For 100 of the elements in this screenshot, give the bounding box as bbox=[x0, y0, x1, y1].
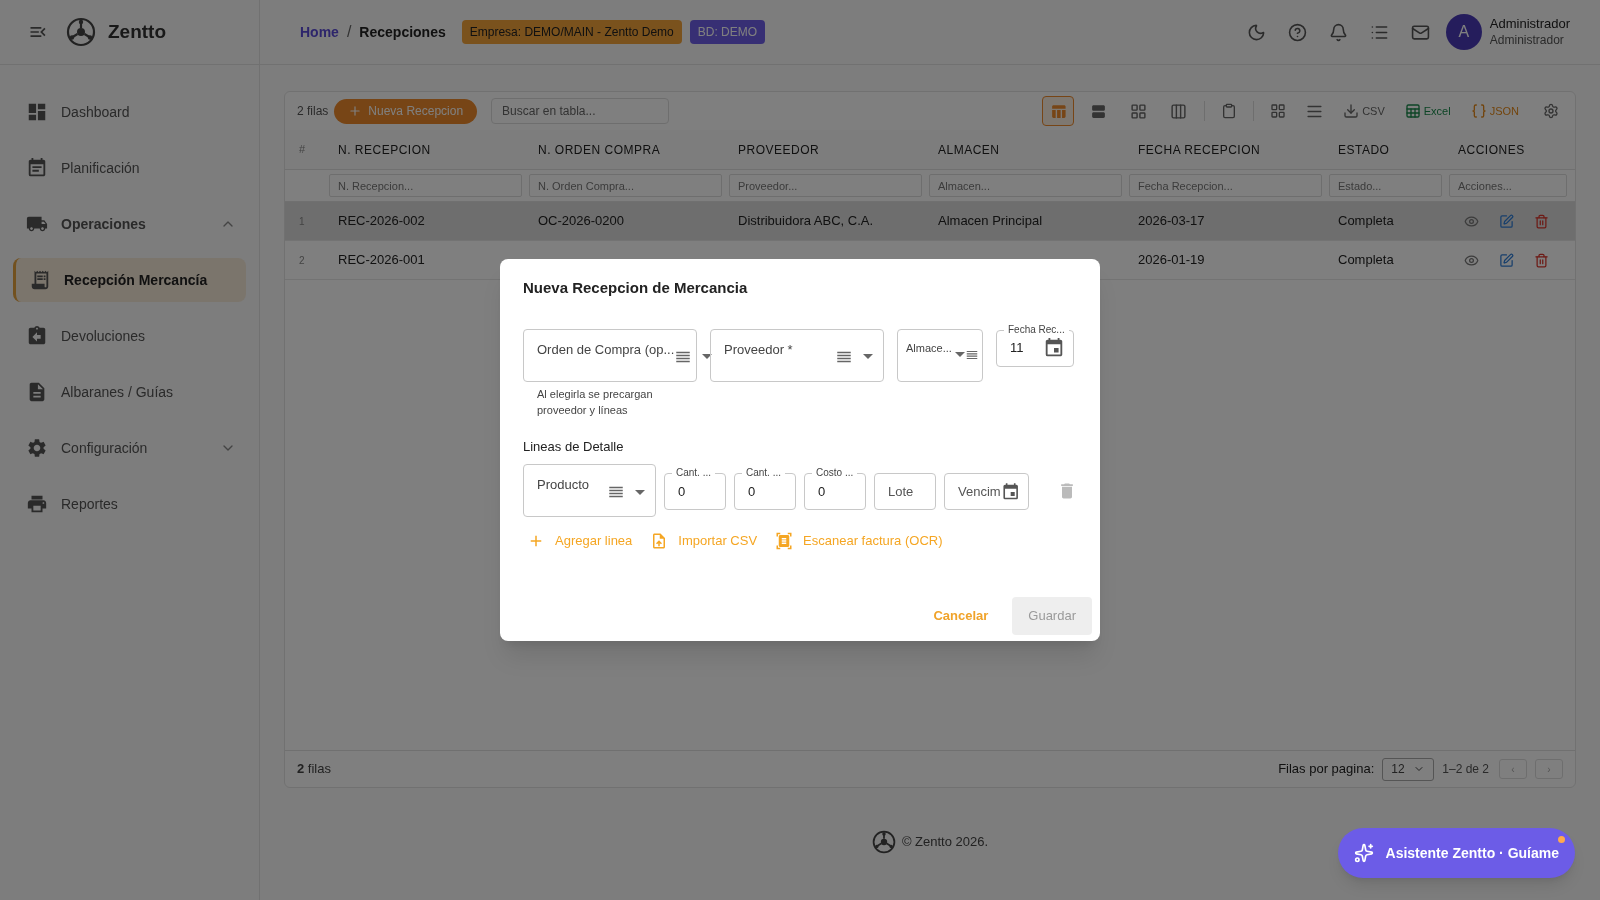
table-cell-text: Almacen Principal bbox=[937, 212, 1044, 231]
filter-field[interactable]: Almacen... bbox=[929, 174, 1122, 197]
export-button[interactable]: CSV bbox=[1343, 102, 1385, 120]
sparkles-icon bbox=[1353, 843, 1374, 863]
prev-page-button[interactable]: ‹ bbox=[1499, 759, 1527, 779]
table-cell-text: Distribuidora ABC, C.A. bbox=[737, 212, 875, 231]
help-icon[interactable] bbox=[1287, 22, 1307, 42]
column-header[interactable]: PROVEEDOR bbox=[730, 140, 930, 159]
search-field[interactable]: Buscar en tabla... bbox=[491, 98, 670, 124]
sidebar-item[interactable]: Operaciones bbox=[13, 202, 246, 246]
rows-per-page-label: Filas por pagina: bbox=[1278, 760, 1375, 779]
clipboard-arrow-icon bbox=[26, 325, 48, 347]
helper-text: Al elegirla se precargan proveedor y líneas bbox=[536, 386, 654, 418]
user-role: Administrador bbox=[1489, 32, 1565, 49]
table-icon bbox=[1049, 102, 1067, 120]
cancel-button[interactable]: Cancelar bbox=[925, 597, 997, 635]
scanner-icon bbox=[775, 531, 794, 550]
sidebar-item[interactable]: Dashboard bbox=[13, 90, 246, 134]
row-count: 2 filas bbox=[297, 103, 329, 120]
column-header[interactable]: ESTADO bbox=[1330, 140, 1450, 159]
filter-field[interactable]: Estado... bbox=[1329, 174, 1442, 197]
columns-icon bbox=[1169, 102, 1187, 120]
logo-icon bbox=[66, 17, 96, 47]
settings-icon[interactable] bbox=[1543, 103, 1559, 119]
edit-icon[interactable] bbox=[1499, 252, 1514, 268]
copyright: © Zentto 2026. bbox=[901, 833, 989, 852]
sidebar-item[interactable]: Reportes bbox=[13, 482, 246, 526]
select-field[interactable]: Proveedor * bbox=[710, 328, 884, 382]
sidebar-item[interactable]: Configuración bbox=[13, 426, 246, 470]
caret-icon bbox=[863, 354, 873, 359]
breadcrumb-current: Recepciones bbox=[359, 22, 446, 42]
column-header: # bbox=[298, 142, 307, 158]
dialog-title: Nueva Recepcion de Mercancia bbox=[523, 278, 749, 298]
filter-field[interactable]: Fecha Recepcion... bbox=[1129, 174, 1322, 197]
spreadsheet-icon bbox=[1404, 103, 1421, 120]
sidebar-item[interactable]: Planificación bbox=[13, 146, 246, 190]
filter-field[interactable]: Acciones... bbox=[1449, 174, 1567, 197]
badge: Empresa: DEMO/MAIN - Zentto Demo bbox=[461, 20, 682, 44]
column-header[interactable]: ALMACEN bbox=[930, 140, 1130, 159]
badge: BD: DEMO bbox=[689, 20, 766, 44]
add-button[interactable]: Nueva Recepcion bbox=[334, 98, 478, 124]
column-header[interactable]: ACCIONES bbox=[1450, 140, 1575, 159]
view-icon[interactable] bbox=[1464, 252, 1479, 268]
table-cell-text: 2026-01-19 bbox=[1137, 251, 1206, 270]
caret-icon bbox=[635, 489, 645, 495]
calendar-icon bbox=[1000, 481, 1020, 502]
view-icon[interactable] bbox=[1464, 213, 1479, 229]
plus-icon bbox=[348, 104, 363, 118]
sidebar-item[interactable]: Devoluciones bbox=[13, 314, 246, 358]
footer-count: 2 filas bbox=[297, 760, 331, 779]
column-header[interactable]: N. ORDEN COMPRA bbox=[530, 140, 730, 159]
caret-icon bbox=[955, 352, 965, 357]
column-header[interactable]: FECHA RECEPCION bbox=[1130, 140, 1330, 159]
edit-icon[interactable] bbox=[1499, 213, 1514, 229]
delete-icon[interactable] bbox=[1534, 213, 1549, 229]
table-cell-text: Completa bbox=[1337, 212, 1395, 231]
table-cell-text: 2026-03-17 bbox=[1137, 212, 1206, 231]
receipt-icon bbox=[29, 269, 51, 291]
table-cell-text: Completa bbox=[1337, 251, 1395, 270]
select-field[interactable]: Producto bbox=[523, 464, 656, 517]
mail-icon[interactable] bbox=[1410, 22, 1430, 42]
filter-field[interactable]: N. Orden Compra... bbox=[529, 174, 722, 197]
text-field[interactable]: Lote bbox=[874, 473, 936, 510]
action-link[interactable]: Escanear factura (OCR) bbox=[775, 531, 943, 551]
sidebar-item[interactable]: Albaranes / Guías bbox=[13, 370, 246, 414]
rows-per-page-select[interactable]: 12 bbox=[1382, 757, 1435, 781]
column-header[interactable]: N. RECEPCION bbox=[330, 140, 530, 159]
list-view-icon bbox=[1089, 102, 1107, 120]
breadcrumb-link[interactable]: Home bbox=[300, 21, 339, 43]
filter-field[interactable]: N. Recepcion... bbox=[329, 174, 522, 197]
table-cell-text: OC-2026-0200 bbox=[537, 212, 625, 231]
bell-icon[interactable] bbox=[1328, 22, 1348, 42]
caret-icon bbox=[702, 354, 713, 359]
assistant-button[interactable]: Asistente Zentto · Guíame bbox=[1337, 828, 1575, 878]
grid-icon[interactable] bbox=[1270, 103, 1287, 119]
filter-field[interactable]: Proveedor... bbox=[729, 174, 922, 197]
brand-name: Zentto bbox=[108, 19, 167, 44]
view-toggle[interactable] bbox=[1042, 96, 1075, 126]
calendar-icon bbox=[1043, 337, 1065, 359]
next-page-button[interactable]: › bbox=[1535, 759, 1563, 779]
delete-icon[interactable] bbox=[1534, 252, 1549, 268]
export-button[interactable]: Excel bbox=[1404, 102, 1451, 120]
select-field[interactable]: Almace... bbox=[897, 328, 983, 382]
sidebar-item[interactable]: Recepción Mercancía bbox=[13, 258, 246, 302]
braces-icon bbox=[1470, 103, 1487, 120]
table-cell-text: REC-2026-002 bbox=[337, 212, 426, 231]
download-icon bbox=[1343, 103, 1360, 120]
user-name: Administrador bbox=[1489, 15, 1570, 32]
section-title: Lineas de Detalle bbox=[523, 437, 625, 456]
date-field[interactable]: Vencim bbox=[944, 473, 1029, 510]
breadcrumb-separator: / bbox=[346, 22, 352, 42]
avatar[interactable]: A bbox=[1445, 14, 1482, 50]
clipboard-icon[interactable] bbox=[1221, 103, 1238, 119]
export-button[interactable]: JSON bbox=[1470, 102, 1519, 120]
action-link[interactable]: Agregar linea bbox=[527, 531, 633, 551]
moon-icon[interactable] bbox=[1246, 22, 1266, 42]
grid-icon bbox=[1129, 102, 1147, 120]
dashboard-icon bbox=[26, 101, 48, 123]
action-link[interactable]: Importar CSV bbox=[650, 531, 758, 551]
table-cell-text: REC-2026-001 bbox=[337, 251, 426, 270]
